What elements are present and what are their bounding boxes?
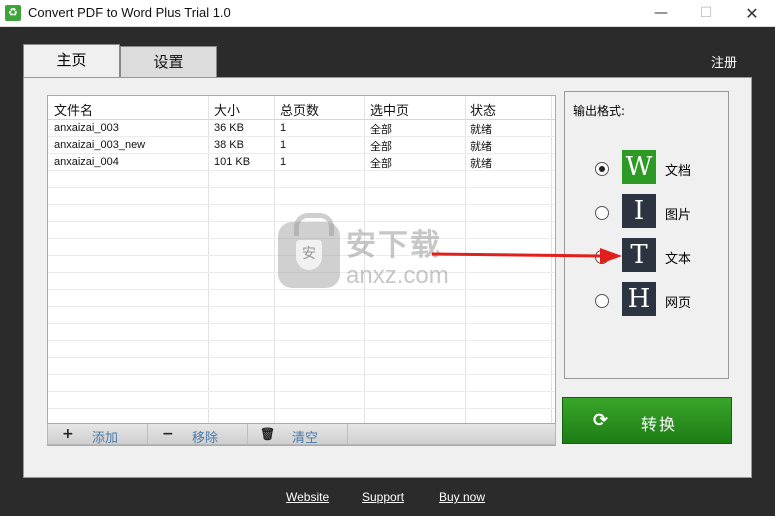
cell-size: 101 KB — [214, 156, 251, 168]
output-format-panel: 输出格式: W 文档 I 图片 T 文本 H 网页 — [564, 91, 729, 379]
word-icon: W — [622, 150, 656, 184]
format-label: 文档 — [665, 164, 692, 179]
column-divider — [465, 96, 466, 445]
clear-label: 清空 — [292, 431, 319, 446]
format-label: 图片 — [665, 208, 692, 223]
output-format-title: 输出格式: — [573, 104, 626, 118]
row-divider — [48, 187, 555, 188]
close-button[interactable]: ✕ — [729, 0, 775, 27]
file-table[interactable]: 文件名 大小 总页数 选中页 状态 anxaizai_003 36 KB 1 全… — [47, 95, 556, 446]
cell-status: 就绪 — [470, 123, 492, 136]
header-divider — [48, 119, 555, 120]
add-button[interactable]: + 添加 — [48, 424, 148, 446]
html-icon: H — [622, 282, 656, 316]
trash-icon: 🗑 — [260, 427, 276, 441]
column-header-filename[interactable]: 文件名 — [54, 100, 93, 119]
tab-settings[interactable]: 设置 — [120, 46, 217, 79]
row-divider — [48, 204, 555, 205]
row-divider — [48, 340, 555, 341]
cell-size: 38 KB — [214, 139, 244, 151]
file-toolbar: + 添加 − 移除 🗑 清空 — [47, 423, 556, 446]
format-label: 网页 — [665, 296, 692, 311]
support-link[interactable]: Support — [362, 490, 404, 504]
column-header-selected[interactable]: 选中页 — [370, 100, 409, 119]
cell-status: 就绪 — [470, 140, 492, 153]
row-divider — [48, 272, 555, 273]
row-divider — [48, 306, 555, 307]
website-link[interactable]: Website — [286, 490, 329, 504]
buy-now-link[interactable]: Buy now — [439, 490, 485, 504]
cell-selected: 全部 — [370, 123, 392, 136]
cell-status: 就绪 — [470, 157, 492, 170]
format-option-html[interactable]: H 网页 — [595, 282, 715, 320]
plus-icon: + — [62, 426, 74, 442]
format-option-text[interactable]: T 文本 — [595, 238, 715, 276]
register-link[interactable]: 注册 — [711, 52, 737, 71]
row-divider — [48, 289, 555, 290]
footer: Website Support Buy now — [0, 478, 775, 516]
tab-home[interactable]: 主页 — [23, 44, 120, 78]
window-title: Convert PDF to Word Plus Trial 1.0 — [28, 5, 231, 20]
minus-icon: − — [162, 426, 174, 442]
text-icon: T — [622, 238, 656, 272]
format-option-word[interactable]: W 文档 — [595, 150, 715, 188]
cell-selected: 全部 — [370, 140, 392, 153]
row-divider — [48, 357, 555, 358]
convert-button[interactable]: ⟳ 转换 — [562, 397, 732, 444]
column-divider — [364, 96, 365, 445]
radio-button[interactable] — [595, 206, 609, 220]
cell-pages: 1 — [280, 122, 287, 134]
radio-button[interactable] — [595, 294, 609, 308]
column-header-size[interactable]: 大小 — [214, 100, 240, 119]
image-icon: I — [622, 194, 656, 228]
format-label: 文本 — [665, 252, 692, 267]
cell-pages: 1 — [280, 156, 287, 168]
title-bar: ♻ Convert PDF to Word Plus Trial 1.0 — ☐… — [0, 0, 775, 27]
column-header-pages[interactable]: 总页数 — [280, 100, 319, 119]
cell-filename: anxaizai_003_new — [54, 139, 146, 151]
column-divider — [208, 96, 209, 445]
maximize-button[interactable]: ☐ — [683, 0, 729, 27]
format-option-image[interactable]: I 图片 — [595, 194, 715, 232]
app-icon: ♻ — [5, 5, 21, 21]
cell-filename: anxaizai_004 — [54, 156, 119, 168]
row-divider — [48, 374, 555, 375]
row-divider — [48, 221, 555, 222]
convert-label: 转换 — [641, 415, 678, 434]
refresh-icon: ⟳ — [593, 410, 609, 431]
cell-pages: 1 — [280, 139, 287, 151]
radio-button[interactable] — [595, 162, 609, 176]
row-divider — [48, 255, 555, 256]
row-divider — [48, 391, 555, 392]
minimize-button[interactable]: — — [638, 0, 684, 27]
tab-bar: 设置 主页 注册 — [0, 27, 775, 79]
row-divider — [48, 323, 555, 324]
add-label: 添加 — [92, 431, 119, 446]
cell-filename: anxaizai_003 — [54, 122, 119, 134]
clear-button[interactable]: 🗑 清空 — [248, 424, 348, 446]
cell-size: 36 KB — [214, 122, 244, 134]
row-divider — [48, 238, 555, 239]
column-header-status[interactable]: 状态 — [470, 100, 496, 119]
column-divider — [274, 96, 275, 445]
column-divider — [551, 96, 552, 445]
remove-label: 移除 — [192, 431, 219, 446]
main-panel: 文件名 大小 总页数 选中页 状态 anxaizai_003 36 KB 1 全… — [23, 77, 752, 478]
row-divider — [48, 408, 555, 409]
cell-selected: 全部 — [370, 157, 392, 170]
remove-button[interactable]: − 移除 — [148, 424, 248, 446]
radio-button[interactable] — [595, 250, 609, 264]
